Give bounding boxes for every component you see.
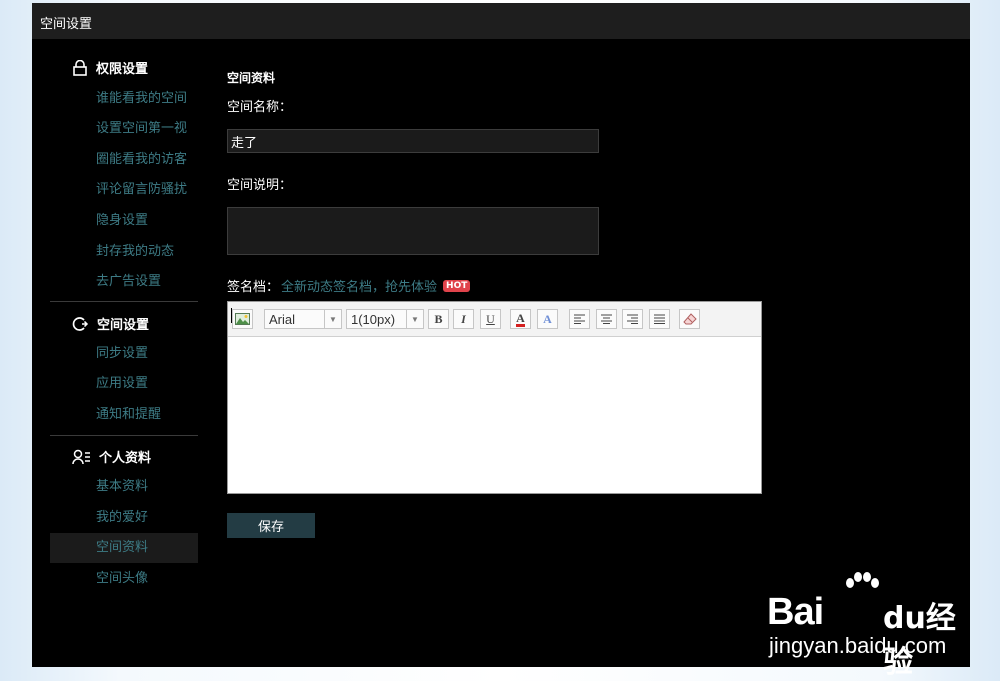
sidebar-item-avatar[interactable]: 空间头像 (50, 564, 198, 594)
sidebar-item-first-view[interactable]: 设置空间第一视 (50, 114, 198, 144)
font-color-button[interactable]: A (510, 309, 531, 329)
baidu-jingyan-watermark: Bai du du经验 jingyan.baidu.com (767, 571, 977, 680)
signature-promo-link[interactable]: 全新动态签名档，抢先体验 (281, 276, 437, 295)
sidebar-section-title: 个人资料 (99, 451, 152, 466)
sidebar-item-hobbies[interactable]: 我的爱好 (50, 503, 198, 533)
sidebar-section-space: 空间设置 (72, 314, 149, 333)
sidebar-item-visitors[interactable]: 圈能看我的访客 (50, 145, 198, 175)
signature-editor: Arial ▼ 1(10px) ▼ B I U A A (227, 301, 762, 494)
sidebar-section-title: 空间设置 (97, 318, 150, 333)
editor-toolbar: Arial ▼ 1(10px) ▼ B I U A A (228, 302, 761, 337)
save-button[interactable]: 保存 (227, 513, 315, 538)
font-family-select[interactable]: Arial ▼ (264, 309, 342, 329)
align-center-button[interactable] (596, 309, 617, 329)
highlight-icon: A (543, 311, 552, 326)
sidebar-item-anti-spam[interactable]: 评论留言防骚扰 (50, 175, 198, 205)
sidebar-item-apps[interactable]: 应用设置 (50, 369, 198, 399)
lock-icon (73, 59, 87, 76)
align-right-icon (627, 314, 638, 324)
watermark-url: jingyan.baidu.com (769, 633, 947, 658)
panel-title: 空间设置 (40, 17, 93, 32)
justify-icon (654, 314, 665, 324)
font-size-select[interactable]: 1(10px) ▼ (346, 309, 424, 329)
space-settings-icon (72, 316, 89, 331)
justify-button[interactable] (649, 309, 670, 329)
italic-icon: I (461, 311, 466, 326)
panel-header: 空间设置 (32, 3, 970, 39)
eraser-icon (682, 313, 697, 325)
space-name-label: 空间名称： (227, 100, 293, 115)
image-icon (235, 313, 250, 325)
paw-icon (846, 572, 879, 588)
form-title: 空间资料 (227, 71, 276, 85)
space-description-input[interactable] (227, 207, 599, 255)
insert-image-button[interactable] (232, 309, 253, 329)
sidebar-item-archive[interactable]: 封存我的动态 (50, 237, 198, 267)
sidebar-section-profile: 个人资料 (72, 447, 151, 466)
font-family-value: Arial (269, 311, 296, 327)
bold-button[interactable]: B (428, 309, 449, 329)
profile-icon (72, 449, 90, 464)
sidebar-section-title: 权限设置 (96, 62, 149, 77)
sidebar-item-who-can-view[interactable]: 谁能看我的空间 (50, 84, 198, 114)
settings-panel: 空间设置 权限设置 谁能看我的空间 设置空间第一视 圈能看我的访客 评论留言防骚… (32, 3, 970, 680)
hot-badge: HOT (443, 279, 471, 292)
editor-content-area[interactable] (228, 337, 761, 493)
sidebar-item-ad-settings[interactable]: 去广告设置 (50, 267, 198, 297)
watermark-du-text: du (883, 601, 926, 636)
sidebar-divider (50, 435, 198, 436)
underline-icon: U (486, 311, 495, 326)
chevron-down-icon: ▼ (406, 310, 423, 328)
space-name-input[interactable] (227, 129, 599, 153)
signature-label: 签名档： (227, 280, 280, 295)
highlight-button[interactable]: A (537, 309, 558, 329)
watermark-brand: Bai (767, 591, 824, 633)
font-size-value: 1(10px) (351, 311, 396, 327)
sidebar-item-invisible[interactable]: 隐身设置 (50, 206, 198, 236)
underline-button[interactable]: U (480, 309, 501, 329)
sidebar-item-basic-info[interactable]: 基本资料 (50, 472, 198, 502)
text-cursor (231, 308, 232, 323)
sidebar-divider (50, 301, 198, 302)
sidebar-item-space-info[interactable]: 空间资料 (50, 533, 198, 563)
sidebar-item-sync[interactable]: 同步设置 (50, 339, 198, 369)
clear-format-button[interactable] (679, 309, 700, 329)
font-color-icon: A (516, 310, 525, 327)
align-left-icon (574, 314, 585, 324)
space-description-label: 空间说明： (227, 178, 293, 193)
align-left-button[interactable] (569, 309, 590, 329)
bold-icon: B (434, 311, 443, 326)
align-right-button[interactable] (622, 309, 643, 329)
signature-row: 签名档： 全新动态签名档，抢先体验 HOT (227, 276, 471, 295)
italic-button[interactable]: I (453, 309, 474, 329)
sidebar-item-notifications[interactable]: 通知和提醒 (50, 400, 198, 430)
sidebar-section-permissions: 权限设置 (72, 58, 148, 77)
align-center-icon (601, 314, 612, 324)
chevron-down-icon: ▼ (324, 310, 341, 328)
